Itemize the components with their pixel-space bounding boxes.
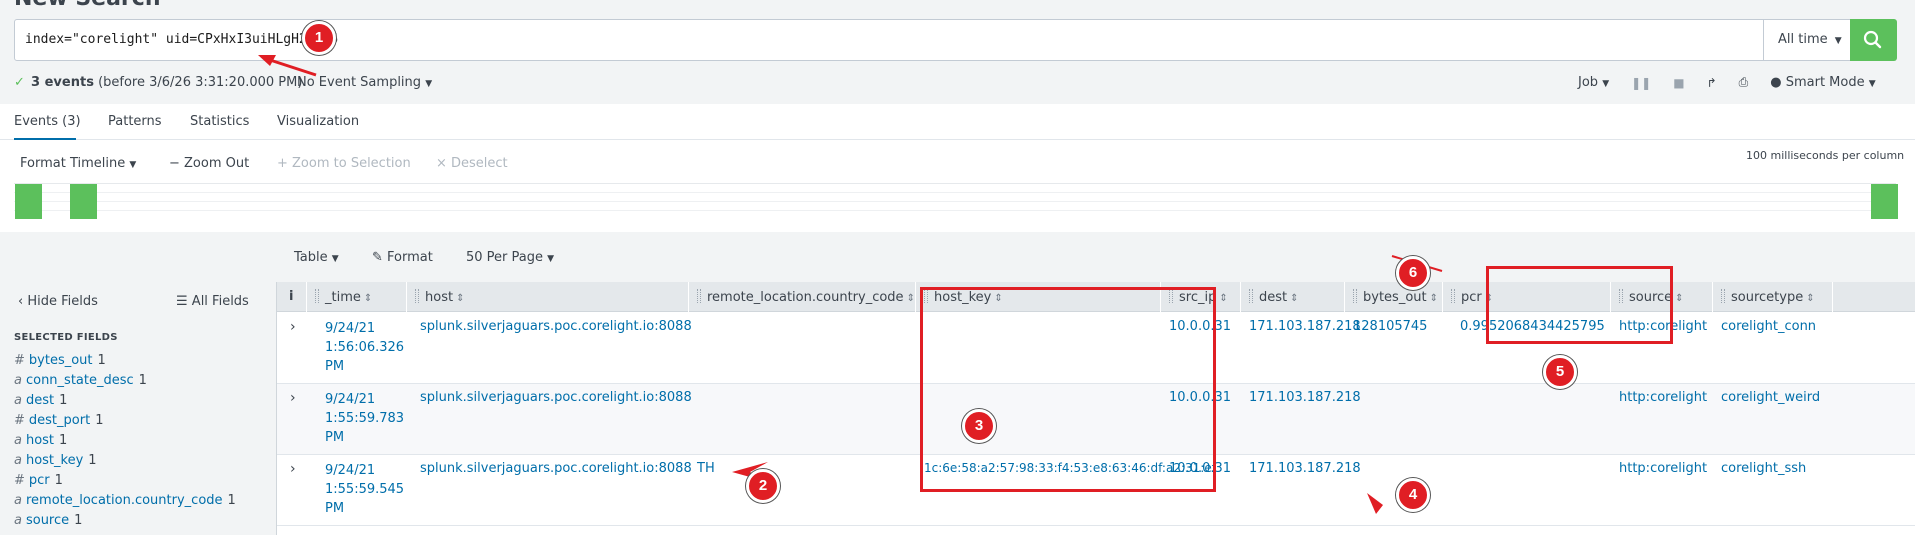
annotation-badge-2: 2: [746, 469, 780, 503]
annotation-badge-1: 1: [302, 21, 336, 55]
annotation-badge-3: 3: [962, 409, 996, 443]
annotation-badge-6: 6: [1396, 256, 1430, 290]
arrow-1: [258, 55, 317, 77]
annotation-badge-5: 5: [1543, 355, 1577, 389]
arrow-4: [1367, 493, 1383, 514]
annotation-arrows: [258, 55, 1443, 514]
annotation-badge-4: 4: [1396, 478, 1430, 512]
